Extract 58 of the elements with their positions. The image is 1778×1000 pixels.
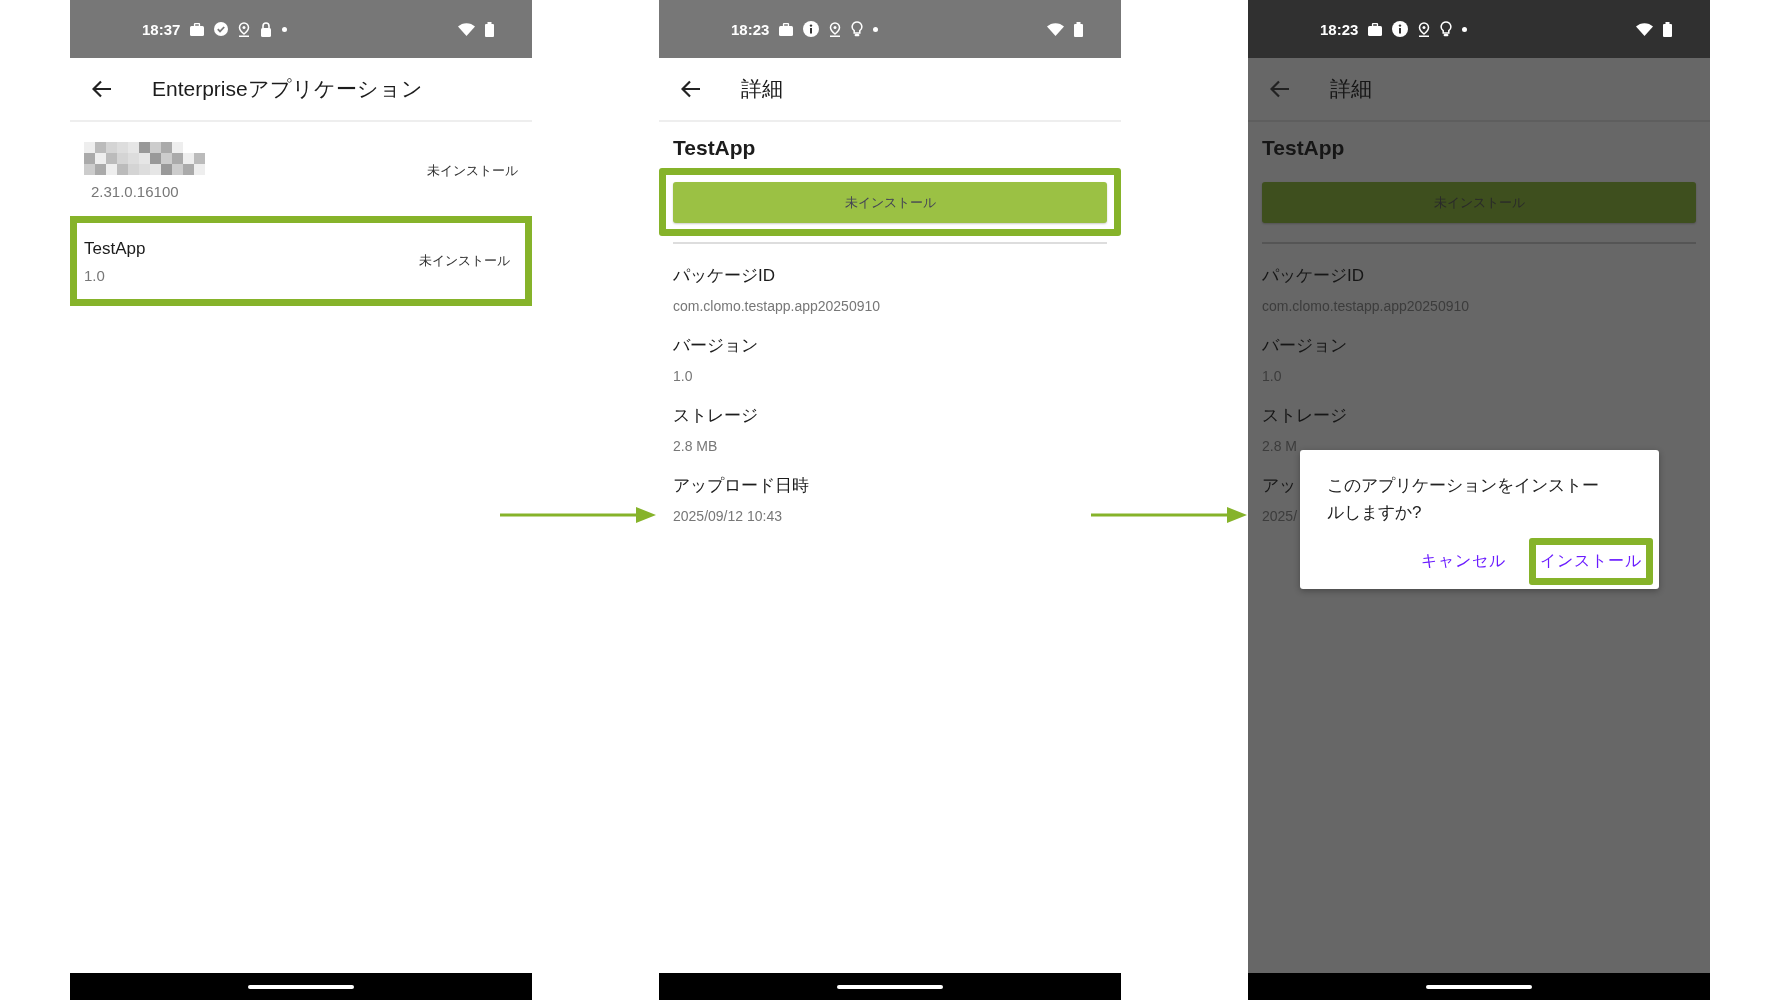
home-indicator[interactable] xyxy=(248,984,354,989)
briefcase-icon xyxy=(779,22,794,36)
notification-dot-icon xyxy=(1462,26,1468,32)
install-status-button[interactable]: 未インストール xyxy=(673,182,1107,223)
app-name: TestApp xyxy=(84,238,146,259)
screen-title: 詳細 xyxy=(741,76,783,102)
field-label: アップロード日時 xyxy=(673,475,809,497)
back-arrow-icon[interactable] xyxy=(92,80,112,98)
app-name: TestApp xyxy=(1261,135,1346,161)
wifi-icon xyxy=(458,22,475,36)
home-indicator[interactable] xyxy=(1426,984,1532,989)
dialog-button[interactable]: インストール xyxy=(1529,538,1653,585)
check-circle-icon xyxy=(214,22,229,36)
field-label: ストレージ xyxy=(1262,405,1347,427)
battery-icon xyxy=(1074,21,1083,37)
location-pin-icon xyxy=(1418,21,1431,37)
info-icon xyxy=(1392,21,1409,37)
field-label: アッ xyxy=(1262,475,1296,497)
app-list-item[interactable]: 2.31.0.16100 未インストール xyxy=(70,130,532,212)
arrow-icon xyxy=(1091,505,1247,525)
field-value: 2.8 MB xyxy=(673,438,718,454)
notification-dot-icon xyxy=(282,26,288,32)
screen-title: Enterpriseアプリケーション xyxy=(152,76,423,102)
field-label: ストレージ xyxy=(673,405,758,427)
app-list-item[interactable]: TestApp 1.0 未インストール xyxy=(70,216,532,306)
status-time: 18:37 xyxy=(142,20,181,38)
lock-icon xyxy=(260,21,273,37)
screen-title: 詳細 xyxy=(1330,76,1372,102)
lightbulb-icon xyxy=(851,21,864,37)
battery-icon xyxy=(1663,21,1672,37)
app-version: 2.31.0.16100 xyxy=(90,183,180,200)
install-status: 未インストール xyxy=(427,162,518,180)
status-time: 18:23 xyxy=(1320,20,1359,38)
location-pin-icon xyxy=(829,21,842,37)
field-label: バージョン xyxy=(673,335,758,357)
app-name: TestApp xyxy=(672,135,757,161)
wifi-icon xyxy=(1636,22,1653,36)
lightbulb-icon xyxy=(1440,21,1453,37)
field-label: パッケージID xyxy=(1262,265,1364,287)
field-value: 2025/09/12 10:43 xyxy=(673,508,782,524)
notification-dot-icon xyxy=(873,26,879,32)
back-arrow-icon[interactable] xyxy=(681,80,701,98)
field-label: バージョン xyxy=(1262,335,1347,357)
wifi-icon xyxy=(1047,22,1064,36)
install-status: 未インストール xyxy=(419,252,510,270)
field-value: com.clomo.testapp.app20250910 xyxy=(673,298,881,314)
home-indicator[interactable] xyxy=(837,984,943,989)
briefcase-icon xyxy=(190,22,205,36)
location-pin-icon xyxy=(238,21,251,37)
info-icon xyxy=(803,21,820,37)
arrow-icon xyxy=(500,505,656,525)
briefcase-icon xyxy=(1368,22,1383,36)
status-time: 18:23 xyxy=(731,20,770,38)
field-value: 1.0 xyxy=(673,368,693,384)
field-label: パッケージID xyxy=(673,265,775,287)
dialog-message: このアプリケーションをインストールしますか? xyxy=(1326,475,1600,524)
battery-icon xyxy=(485,21,494,37)
app-version: 1.0 xyxy=(84,266,106,284)
